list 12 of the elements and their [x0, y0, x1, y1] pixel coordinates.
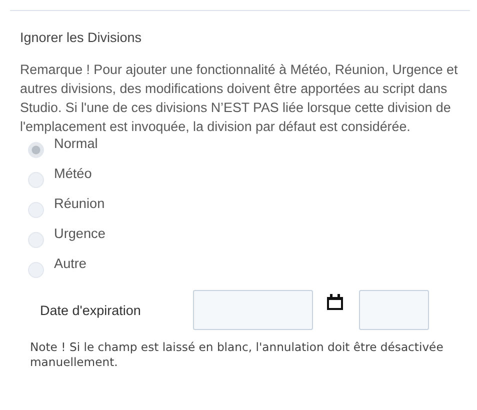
date-field[interactable] [193, 290, 313, 330]
section-title: Ignorer les Divisions [20, 30, 143, 45]
radio-label: Autre [54, 256, 86, 271]
radio-label: Réunion [54, 196, 105, 211]
field-label: Date d'expiration [40, 302, 142, 318]
time-field[interactable] [359, 290, 429, 330]
radio-label: Urgence [54, 226, 106, 241]
calendar-icon[interactable] [325, 292, 345, 312]
remark-text: Remarque ! Pour ajouter une fonctionnalité à Météo, Réunion, Urgence et autres divisions, des modifications doivent être apportées au script dans Studio. Si l'une de ces divisions N’EST PAS liée lorsque cette division de l'emplacement est invoquée, la division par défaut est considérée. [20, 61, 459, 136]
note-text: Note ! Si le champ est laissé en blanc, l'annulation doit être désactivée manuellement. [30, 340, 444, 370]
radio-label: Normal [54, 136, 98, 151]
radio-label: Météo [54, 166, 92, 181]
